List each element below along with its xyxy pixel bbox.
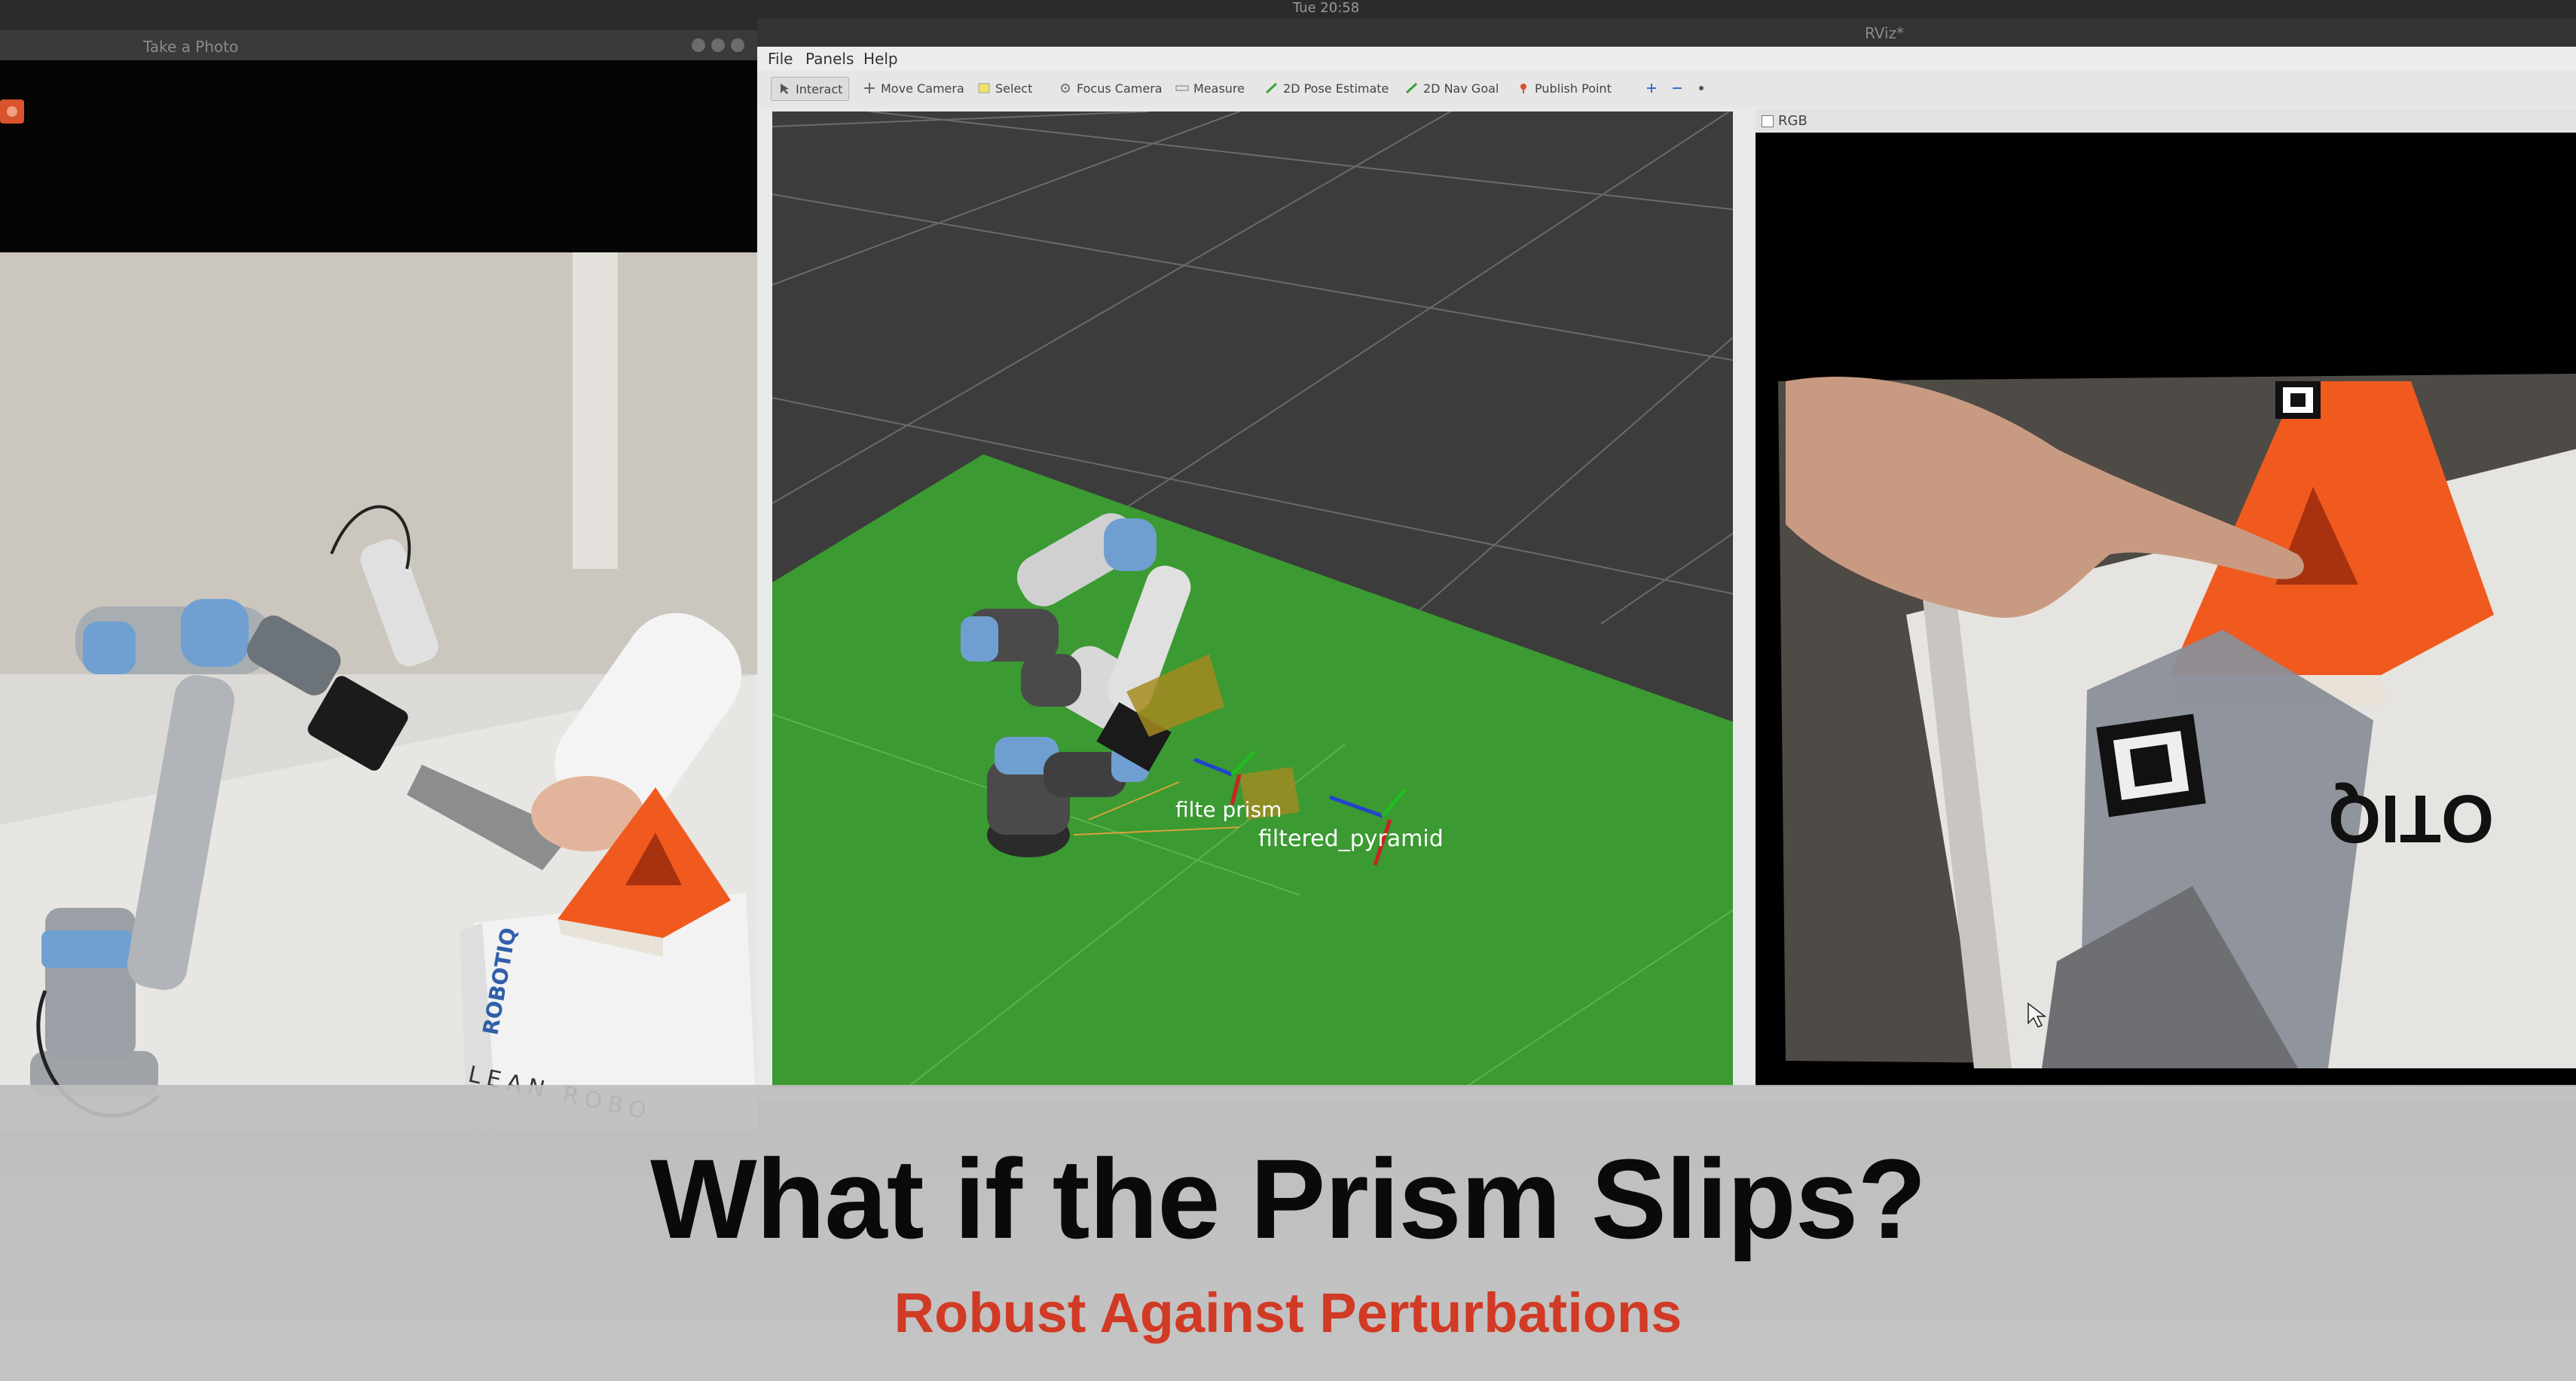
tool-focus-camera[interactable]: Focus Camera	[1059, 77, 1163, 99]
record-icon[interactable]	[0, 99, 24, 124]
robot-arm-photo: LEAN ROBO ROBOTIQ	[0, 252, 757, 1130]
add-tool-icon[interactable]	[1645, 77, 1658, 99]
rgb-panel-title: RGB	[1778, 113, 1807, 129]
tool-label: Interact	[796, 81, 843, 96]
tool-label: Focus Camera	[1077, 81, 1163, 96]
tool-options-icon[interactable]	[1694, 77, 1708, 99]
tool-move-camera[interactable]: Move Camera	[863, 77, 964, 99]
menu-panels[interactable]: Panels	[805, 50, 854, 68]
maximize-button[interactable]	[711, 38, 725, 52]
mouse-cursor-icon	[2027, 1002, 2057, 1035]
tool-label: Move Camera	[881, 81, 964, 96]
camera-photo: LEAN ROBO ROBOTIQ	[0, 252, 757, 1130]
rgb-camera-image: OTIQ	[1756, 133, 2576, 1086]
close-button[interactable]	[731, 38, 744, 52]
camera-window-titlebar[interactable]: Take a Photo	[0, 30, 757, 60]
rviz-titlebar[interactable]: RViz*	[757, 18, 2576, 47]
tool-select[interactable]: Select	[977, 77, 1032, 99]
caption-subtitle: Robust Against Perturbations	[894, 1282, 1682, 1344]
tool-publish-point[interactable]: Publish Point	[1517, 77, 1612, 99]
map-pin-icon	[1517, 82, 1530, 94]
system-clock: Tue 20:58	[1292, 0, 1360, 16]
tool-interact[interactable]: Interact	[771, 77, 850, 101]
camera-window-title: Take a Photo	[143, 38, 239, 56]
rviz-menubar: File Panels Help	[757, 47, 2576, 71]
tool-label: Select	[995, 81, 1033, 96]
menu-file[interactable]: File	[768, 50, 793, 68]
tool-measure[interactable]: Measure	[1175, 77, 1245, 99]
panel-icon	[1762, 115, 1774, 127]
minimize-button[interactable]	[692, 38, 705, 52]
scene-render: filte prism filtered_pyramid	[772, 112, 1733, 1087]
rviz-3d-view[interactable]: filte prism filtered_pyramid	[772, 112, 1733, 1087]
prism-frame-label: filte prism	[1175, 797, 1282, 822]
rviz-toolbar: Interact Move Camera Select Focus Camera…	[757, 71, 2576, 108]
tool-2d-nav-goal[interactable]: 2D Nav Goal	[1405, 77, 1499, 99]
tool-label: Publish Point	[1535, 81, 1612, 96]
pyramid-frame-label: filtered_pyramid	[1258, 826, 1444, 852]
caption-title: What if the Prism Slips?	[650, 1135, 1927, 1262]
rgb-box-text: OTIQ	[2328, 781, 2494, 856]
tool-label: 2D Pose Estimate	[1283, 81, 1389, 96]
tool-2d-pose-estimate[interactable]: 2D Pose Estimate	[1265, 77, 1389, 99]
nav-goal-arrow-icon	[1405, 82, 1419, 94]
pose-arrow-icon	[1265, 82, 1279, 94]
tool-label: 2D Nav Goal	[1423, 81, 1499, 96]
rgb-panel-header[interactable]: RGB	[1756, 110, 2576, 133]
rviz-window-title: RViz*	[1865, 24, 1905, 42]
tool-label: Measure	[1193, 81, 1245, 96]
remove-tool-icon[interactable]	[1670, 77, 1684, 99]
move-camera-icon	[863, 82, 876, 94]
cursor-icon	[778, 83, 791, 95]
camera-window: Take a Photo ROBOTIQ	[0, 30, 757, 1130]
ruler-icon	[1175, 82, 1189, 94]
select-icon	[977, 82, 991, 94]
rgb-image-panel: OTIQ	[1756, 133, 2576, 1086]
focus-camera-icon	[1059, 82, 1072, 94]
menu-help[interactable]: Help	[863, 50, 898, 68]
